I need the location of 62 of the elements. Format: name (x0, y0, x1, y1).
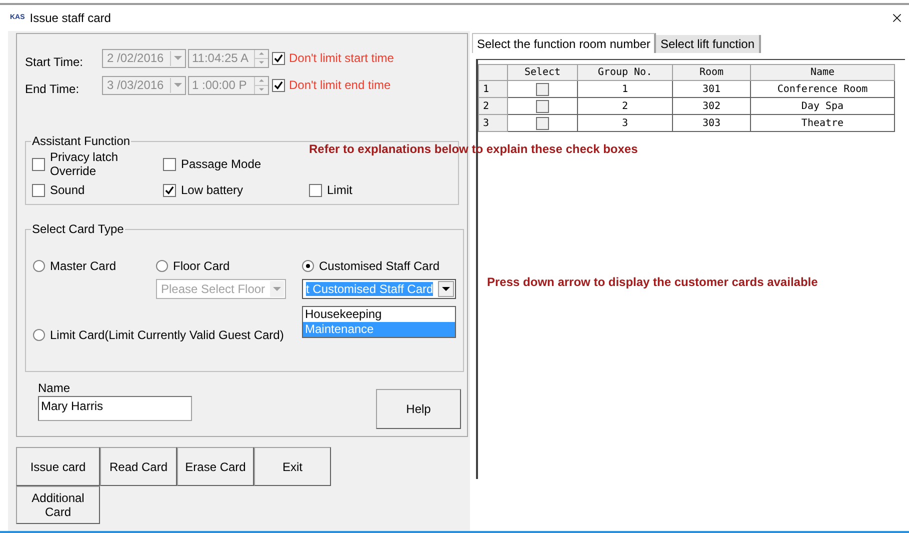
checkbox-label: Don't limit end time (289, 77, 391, 94)
radio-label: Limit Card(Limit Currently Valid Guest Card) (50, 327, 284, 344)
radio-label: Customised Staff Card (319, 258, 440, 275)
checkbox[interactable] (32, 184, 45, 196)
action-button[interactable]: Exit (254, 447, 331, 486)
column-header[interactable]: Room (672, 64, 750, 80)
checkbox[interactable] (536, 100, 549, 112)
dropdown-arrow-icon (273, 287, 281, 291)
window-title: Issue staff card (30, 10, 111, 27)
table-cell: 301 (672, 80, 750, 98)
checkbox-label: Passage Mode (181, 157, 262, 171)
radio-button[interactable] (156, 260, 168, 272)
checkbox[interactable] (309, 184, 322, 196)
checkbox-label: Don't limit start time (289, 50, 394, 67)
name-label: Name (38, 381, 72, 395)
tab[interactable]: Select lift function (656, 35, 760, 53)
radio-label: Master Card (50, 258, 116, 275)
annotation-note: Press down arrow to display the customer cards available (487, 274, 818, 291)
radio-button[interactable] (302, 260, 314, 272)
table-cell: Day Spa (750, 98, 894, 114)
checkbox-label: Low battery (181, 183, 244, 197)
dropdown-arrow-icon (174, 83, 182, 87)
radio-button[interactable] (33, 260, 45, 272)
help-button[interactable]: Help (376, 389, 461, 429)
time-label: End Time: (25, 81, 80, 98)
table-cell: 2 (578, 98, 672, 114)
checkbox-label: Sound (50, 183, 85, 197)
column-header[interactable]: Name (750, 64, 894, 80)
checkbox[interactable] (32, 158, 45, 170)
table-cell: 3 (578, 114, 672, 132)
checkbox-label: Limit (327, 183, 352, 197)
group-title: Select Card Type (31, 221, 125, 238)
checkbox-label: Privacy latch Override (50, 150, 120, 178)
group-title: Assistant Function (31, 133, 132, 150)
action-button[interactable]: Issue card (16, 447, 100, 486)
name-field[interactable]: Mary Harris (38, 396, 192, 421)
close-icon (890, 11, 904, 25)
row-number: 3 (478, 114, 508, 132)
checkbox[interactable] (163, 158, 176, 170)
checkbox[interactable] (163, 184, 176, 196)
radio-label: Floor Card (173, 258, 230, 275)
checkbox[interactable] (272, 78, 285, 92)
column-header[interactable]: Group No. (578, 64, 672, 80)
action-button[interactable]: Erase Card (177, 447, 254, 486)
checkbox[interactable] (536, 82, 549, 96)
time-label: Start Time: (25, 54, 84, 71)
tab[interactable]: Select the function room number (472, 33, 656, 53)
checkbox[interactable] (536, 116, 549, 130)
dropdown-arrow-icon (174, 56, 182, 60)
action-button[interactable]: Additional Card (16, 486, 100, 524)
action-button[interactable]: Read Card (100, 447, 177, 486)
table-cell: Theatre (750, 114, 894, 132)
table-cell: 302 (672, 98, 750, 114)
column-header[interactable]: Select (508, 64, 578, 80)
table-cell: Conference Room (750, 80, 894, 98)
table-cell: 1 (578, 80, 672, 98)
table-cell: 303 (672, 114, 750, 132)
row-number: 2 (478, 98, 508, 114)
dropdown-arrow-icon (442, 287, 450, 291)
radio-button[interactable] (33, 329, 45, 341)
row-number: 1 (478, 80, 508, 98)
checkbox[interactable] (272, 52, 285, 64)
